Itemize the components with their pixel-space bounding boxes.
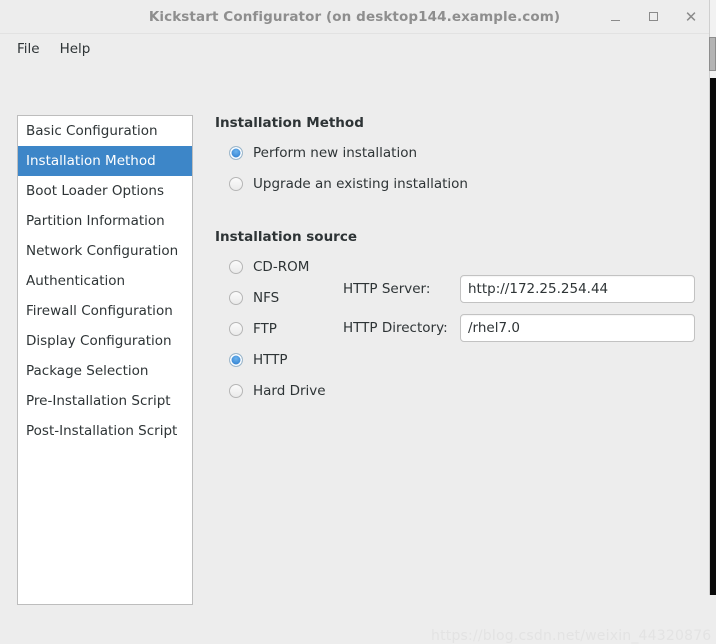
sidebar-item-label: Package Selection — [26, 363, 149, 379]
sidebar-item-authentication[interactable]: Authentication — [18, 266, 192, 296]
sidebar-nav-list: Basic Configuration Installation Method … — [17, 115, 193, 605]
radio-perform-new-installation[interactable]: Perform new installation — [215, 142, 695, 164]
sidebar-item-label: Installation Method — [26, 153, 156, 169]
maximize-button[interactable] — [643, 7, 663, 27]
sidebar-item-pre-installation-script[interactable]: Pre-Installation Script — [18, 386, 192, 416]
maximize-icon — [648, 12, 658, 21]
title-bar: Kickstart Configurator (on desktop144.ex… — [0, 0, 709, 34]
radio-label: FTP — [253, 321, 277, 337]
content-area: Basic Configuration Installation Method … — [0, 64, 711, 644]
radio-button-icon[interactable] — [229, 177, 243, 191]
radio-http[interactable]: HTTP — [215, 349, 343, 371]
window-title: Kickstart Configurator (on desktop144.ex… — [148, 8, 561, 25]
main-panel: Installation Method Perform new installa… — [215, 115, 695, 411]
installation-source-fields: HTTP Server: http://172.25.254.44 HTTP D… — [343, 256, 695, 353]
sidebar-item-package-selection[interactable]: Package Selection — [18, 356, 192, 386]
radio-ftp[interactable]: FTP — [215, 318, 343, 340]
sidebar-item-firewall-configuration[interactable]: Firewall Configuration — [18, 296, 192, 326]
radio-hard-drive[interactable]: Hard Drive — [215, 380, 343, 402]
radio-label: NFS — [253, 290, 280, 306]
http-server-label: HTTP Server: — [343, 281, 431, 297]
sidebar-item-label: Post-Installation Script — [26, 423, 178, 439]
radio-label: HTTP — [253, 352, 288, 368]
background-window-dark-area — [710, 78, 716, 595]
sidebar-item-label: Firewall Configuration — [26, 303, 173, 319]
radio-label: Perform new installation — [253, 145, 418, 161]
sidebar-item-network-configuration[interactable]: Network Configuration — [18, 236, 192, 266]
sidebar-item-basic-configuration[interactable]: Basic Configuration — [18, 116, 192, 146]
sidebar-item-partition-information[interactable]: Partition Information — [18, 206, 192, 236]
radio-button-icon[interactable] — [229, 291, 243, 305]
radio-upgrade-existing-installation[interactable]: Upgrade an existing installation — [215, 173, 695, 195]
radio-label: CD-ROM — [253, 259, 310, 275]
http-directory-input[interactable]: /rhel7.0 — [460, 314, 695, 342]
installation-source-radio-group: CD-ROM NFS FTP HTTP Hard Drive — [215, 256, 343, 411]
radio-button-icon[interactable] — [229, 353, 243, 367]
installation-source-heading: Installation source — [215, 229, 358, 245]
sidebar-item-label: Pre-Installation Script — [26, 393, 171, 409]
http-server-input[interactable]: http://172.25.254.44 — [460, 275, 695, 303]
kickstart-configurator-window: Kickstart Configurator (on desktop144.ex… — [0, 0, 711, 644]
menu-bar: File Help — [0, 34, 709, 64]
sidebar-item-post-installation-script[interactable]: Post-Installation Script — [18, 416, 192, 446]
sidebar-item-label: Basic Configuration — [26, 123, 158, 139]
radio-label: Hard Drive — [253, 383, 326, 399]
menu-item-help[interactable]: Help — [51, 38, 100, 60]
http-server-row: HTTP Server: http://172.25.254.44 — [343, 275, 695, 303]
window-controls: ✕ — [605, 0, 701, 33]
radio-button-icon[interactable] — [229, 322, 243, 336]
sidebar-item-label: Authentication — [26, 273, 126, 289]
radio-cd-rom[interactable]: CD-ROM — [215, 256, 343, 278]
sidebar-item-label: Display Configuration — [26, 333, 172, 349]
radio-label: Upgrade an existing installation — [253, 176, 468, 192]
sidebar-item-boot-loader-options[interactable]: Boot Loader Options — [18, 176, 192, 206]
radio-nfs[interactable]: NFS — [215, 287, 343, 309]
radio-button-icon[interactable] — [229, 384, 243, 398]
sidebar-item-label: Network Configuration — [26, 243, 179, 259]
http-directory-label: HTTP Directory: — [343, 320, 448, 336]
close-icon: ✕ — [684, 7, 698, 26]
http-directory-row: HTTP Directory: /rhel7.0 — [343, 314, 695, 342]
sidebar-item-label: Boot Loader Options — [26, 183, 164, 199]
sidebar-item-installation-method[interactable]: Installation Method — [18, 146, 192, 176]
minimize-icon — [610, 19, 620, 22]
background-window-sliver — [709, 0, 716, 595]
watermark-text: https://blog.csdn.net/weixin_44320876 — [431, 628, 712, 644]
minimize-button[interactable] — [605, 7, 625, 27]
radio-button-icon[interactable] — [229, 146, 243, 160]
radio-button-icon[interactable] — [229, 260, 243, 274]
sidebar-item-display-configuration[interactable]: Display Configuration — [18, 326, 192, 356]
installation-method-heading: Installation Method — [215, 115, 364, 131]
installation-source-area: CD-ROM NFS FTP HTTP Hard Drive HTTP Serv… — [215, 256, 695, 411]
close-button[interactable]: ✕ — [681, 7, 701, 27]
sidebar-item-label: Partition Information — [26, 213, 165, 229]
menu-item-file[interactable]: File — [8, 38, 49, 60]
background-window-scrollbar[interactable] — [709, 37, 716, 71]
